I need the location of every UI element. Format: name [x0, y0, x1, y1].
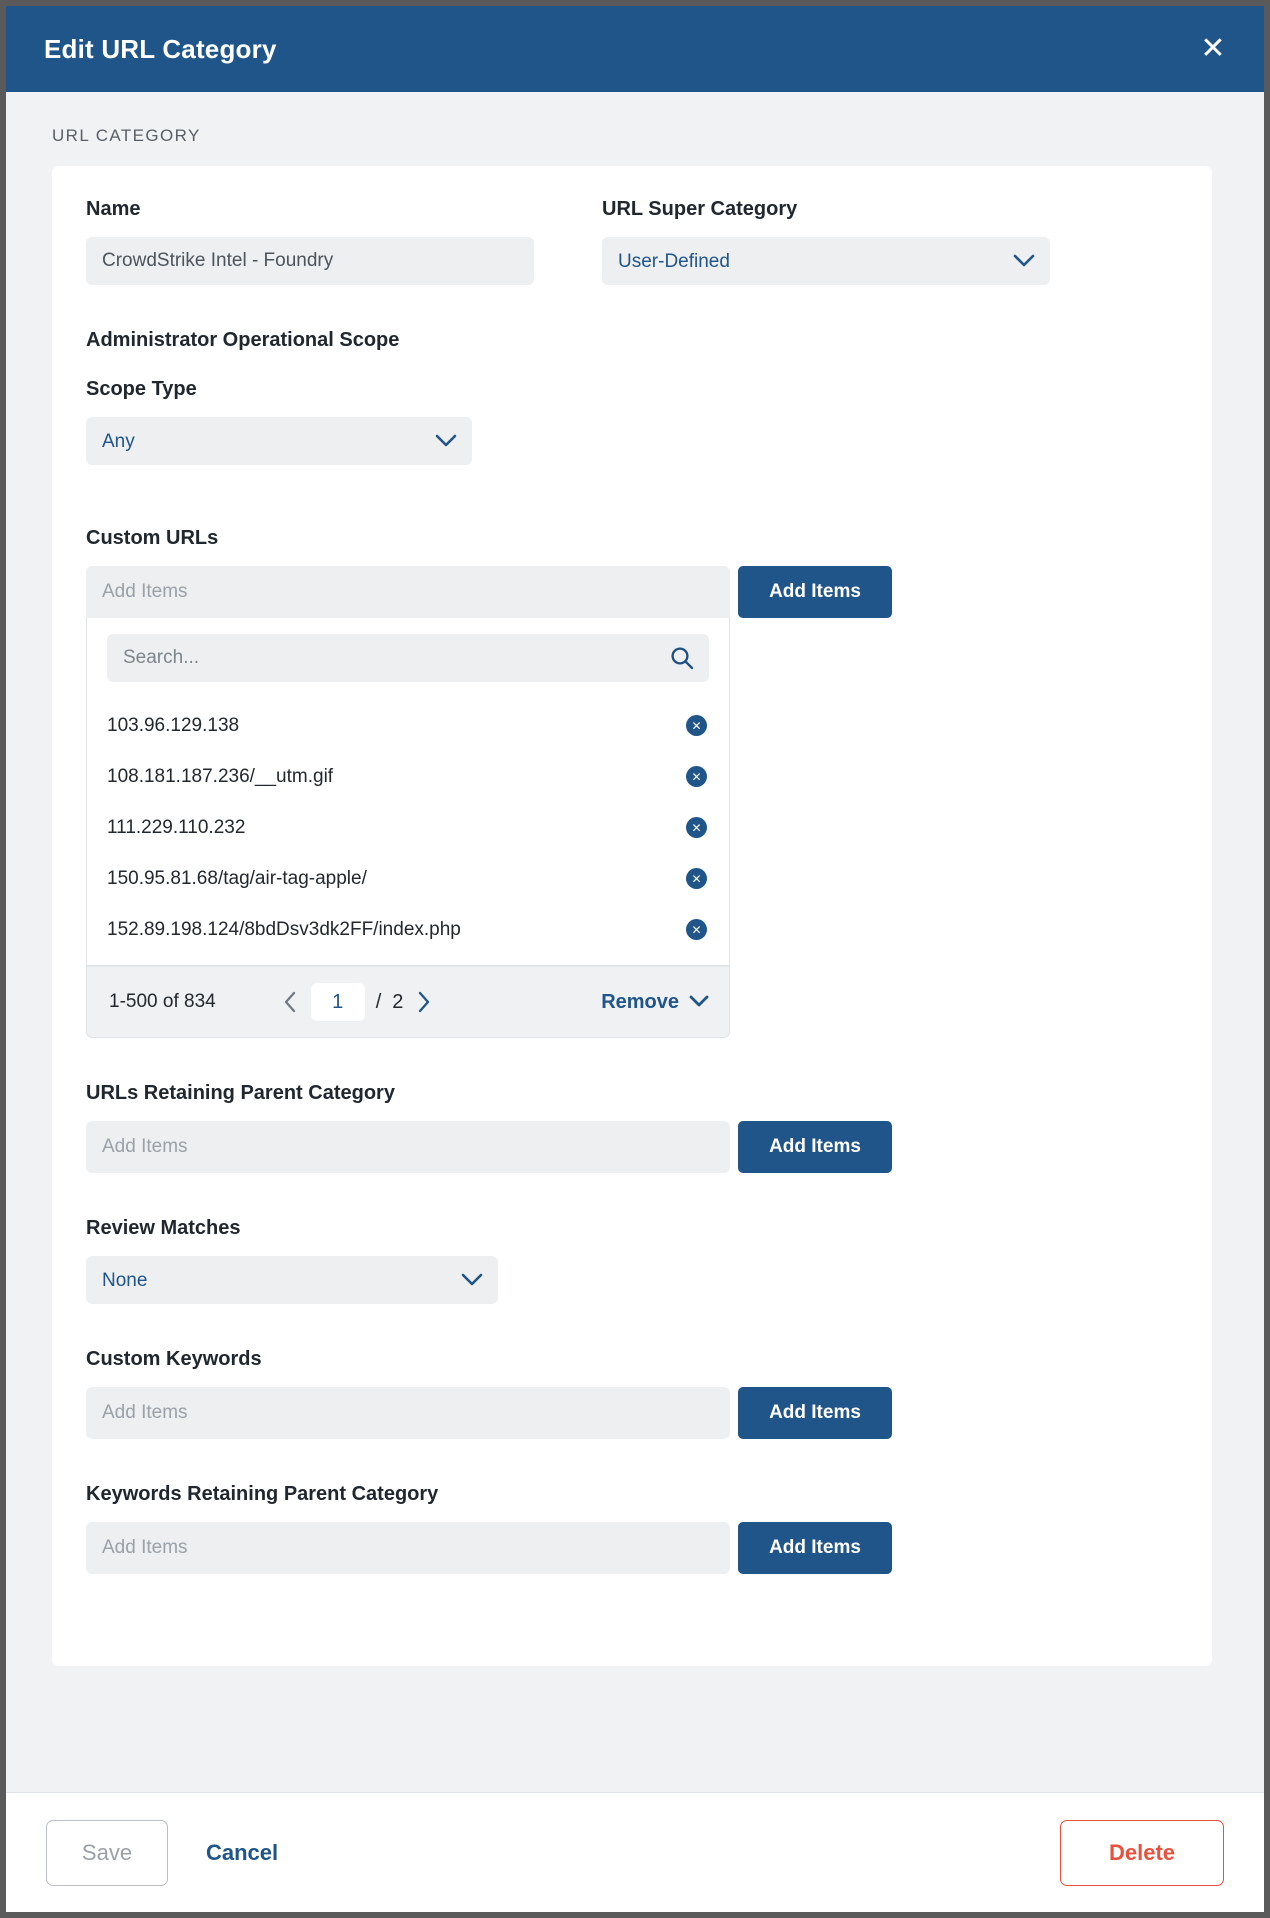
custom-urls-pagination: 1-500 of 834 1 / 2 Remove — [86, 966, 730, 1038]
custom-urls-search-row — [87, 618, 729, 694]
keywords-retaining-parent-add-button[interactable]: Add Items — [738, 1522, 892, 1574]
scope-type-select[interactable]: Any — [86, 417, 472, 465]
name-supercategory-row: Name URL Super Category User-Defined — [86, 198, 1178, 285]
cancel-button[interactable]: Cancel — [194, 1830, 290, 1876]
remove-item-icon[interactable]: ✕ — [686, 715, 707, 736]
pagination-total-pages: 2 — [392, 990, 404, 1013]
delete-button[interactable]: Delete — [1060, 1819, 1224, 1886]
custom-urls-add-button[interactable]: Add Items — [738, 566, 892, 618]
remove-label: Remove — [601, 990, 679, 1013]
name-label: Name — [86, 198, 141, 220]
save-button[interactable]: Save — [46, 1819, 168, 1886]
section-heading: URL CATEGORY — [52, 126, 201, 145]
remove-item-icon[interactable]: ✕ — [686, 919, 707, 940]
custom-urls-listbox: 103.96.129.138 ✕ 108.181.187.236/__utm.g… — [86, 618, 730, 966]
urls-retaining-parent-add-button[interactable]: Add Items — [738, 1121, 892, 1173]
custom-urls-search-input[interactable] — [107, 634, 709, 682]
custom-urls-list: 103.96.129.138 ✕ 108.181.187.236/__utm.g… — [87, 694, 729, 965]
close-icon[interactable]: ✕ — [1190, 26, 1236, 72]
super-category-select[interactable]: User-Defined — [602, 237, 1050, 285]
custom-keywords-input[interactable]: Add Items — [86, 1387, 730, 1439]
dialog-footer: Save Cancel Delete — [6, 1792, 1264, 1912]
review-matches-label: Review Matches — [86, 1217, 241, 1239]
url-category-card: Name URL Super Category User-Defined — [52, 166, 1212, 1666]
list-item[interactable]: 108.181.187.236/__utm.gif ✕ — [87, 751, 729, 802]
chevron-right-icon[interactable] — [412, 988, 436, 1016]
pagination-separator: / — [375, 990, 382, 1013]
chevron-left-icon[interactable] — [278, 988, 302, 1016]
custom-urls-add-row: Add Items Add Items — [86, 566, 1178, 618]
dialog-body: URL CATEGORY Name URL Super Category Use… — [6, 92, 1264, 1792]
scope-type-label: Scope Type — [86, 378, 197, 400]
urls-retaining-parent-label: URLs Retaining Parent Category — [86, 1082, 395, 1104]
remove-dropdown-button[interactable]: Remove — [601, 991, 709, 1014]
name-input[interactable] — [86, 237, 534, 285]
dialog-title: Edit URL Category — [44, 33, 277, 64]
remove-item-icon[interactable]: ✕ — [686, 766, 707, 787]
super-category-select-wrap: User-Defined — [602, 237, 1050, 285]
super-category-label: URL Super Category — [602, 198, 798, 220]
name-field-group: Name — [86, 198, 534, 285]
keywords-retaining-parent-add-row: Add Items Add Items — [86, 1522, 1178, 1574]
custom-keywords-add-button[interactable]: Add Items — [738, 1387, 892, 1439]
url-text: 103.96.129.138 — [107, 714, 240, 736]
list-item[interactable]: 150.95.81.68/tag/air-tag-apple/ ✕ — [87, 853, 729, 904]
review-matches-select-wrap: None — [86, 1256, 498, 1304]
keywords-retaining-parent-label: Keywords Retaining Parent Category — [86, 1483, 439, 1505]
keywords-retaining-parent-input[interactable]: Add Items — [86, 1522, 730, 1574]
list-item[interactable]: 103.96.129.138 ✕ — [87, 700, 729, 751]
url-text: 111.229.110.232 — [107, 816, 246, 838]
list-item[interactable]: 152.89.198.124/8bdDsv3dk2FF/index.php ✕ — [87, 904, 729, 955]
chevron-down-icon — [689, 991, 709, 1014]
url-text: 108.181.187.236/__utm.gif — [107, 765, 334, 787]
remove-item-icon[interactable]: ✕ — [686, 817, 707, 838]
edit-url-category-dialog: Edit URL Category ✕ URL CATEGORY Name UR… — [6, 6, 1264, 1912]
urls-retaining-parent-add-row: Add Items Add Items — [86, 1121, 1178, 1173]
dialog-titlebar: Edit URL Category ✕ — [6, 6, 1264, 92]
url-text: 152.89.198.124/8bdDsv3dk2FF/index.php — [107, 918, 461, 940]
url-text: 150.95.81.68/tag/air-tag-apple/ — [107, 867, 367, 889]
custom-urls-add-input[interactable]: Add Items — [86, 566, 730, 618]
pagination-controls: 1 / 2 — [278, 983, 437, 1021]
urls-retaining-parent-input[interactable]: Add Items — [86, 1121, 730, 1173]
pagination-count: 1-500 of 834 — [109, 991, 216, 1012]
pagination-current-page[interactable]: 1 — [310, 983, 365, 1021]
admin-scope-heading: Administrator Operational Scope — [86, 329, 400, 351]
search-icon[interactable] — [669, 645, 695, 671]
custom-keywords-add-row: Add Items Add Items — [86, 1387, 1178, 1439]
super-category-field-group: URL Super Category User-Defined — [602, 198, 1050, 285]
custom-urls-label: Custom URLs — [86, 527, 219, 549]
review-matches-select[interactable]: None — [86, 1256, 498, 1304]
custom-keywords-label: Custom Keywords — [86, 1348, 262, 1370]
remove-item-icon[interactable]: ✕ — [686, 868, 707, 889]
scope-type-select-wrap: Any — [86, 417, 472, 465]
list-item[interactable]: 111.229.110.232 ✕ — [87, 802, 729, 853]
